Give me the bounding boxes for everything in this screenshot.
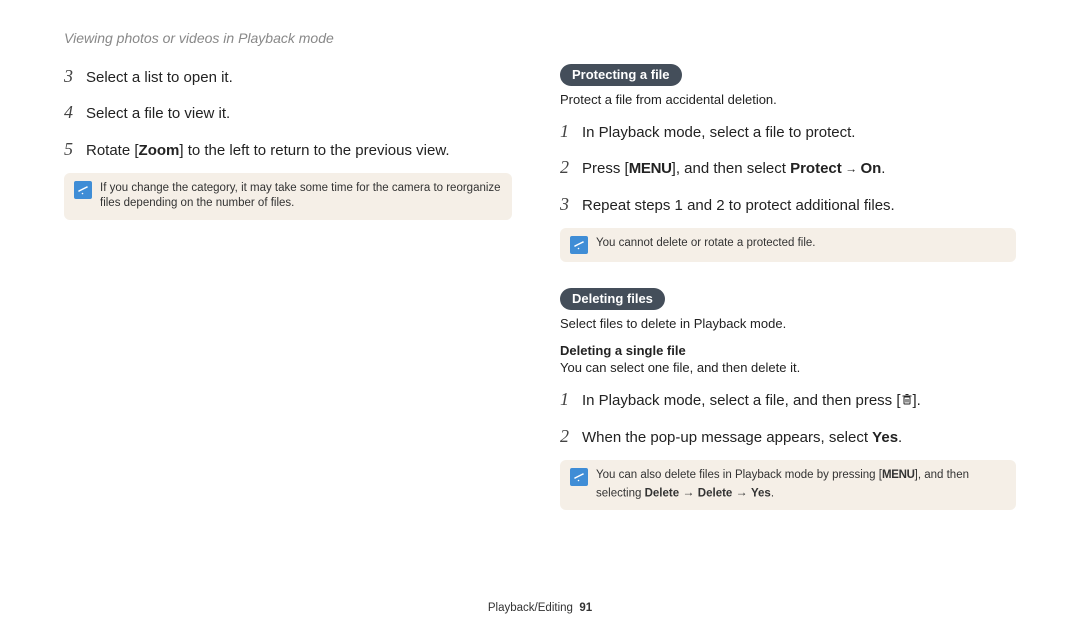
t: ], and then select — [672, 160, 790, 177]
step-text-bold: Zoom — [139, 142, 180, 159]
t-bold: Yes — [872, 429, 898, 446]
step-number: 2 — [560, 155, 582, 179]
t: You can also delete files in Playback mo… — [596, 469, 882, 481]
section-protect: Protecting a file Protect a file from ac… — [560, 64, 1016, 262]
footer-page-number: 91 — [579, 602, 592, 614]
note-protected: You cannot delete or rotate a protected … — [560, 228, 1016, 262]
note-delete-alt: You can also delete files in Playback mo… — [560, 460, 1016, 510]
delete-subdesc: You can select one file, and then delete… — [560, 360, 1016, 375]
step-number: 4 — [64, 100, 86, 124]
step-text: Press [MENU], and then select Protect → … — [582, 159, 885, 179]
protect-step-2: 2 Press [MENU], and then select Protect … — [560, 155, 1016, 179]
heading-pill-delete: Deleting files — [560, 288, 665, 310]
t: ]. — [913, 392, 921, 409]
step-text-prefix: Rotate [ — [86, 142, 139, 159]
info-icon — [570, 468, 588, 486]
content-columns: 3 Select a list to open it. 4 Select a f… — [64, 64, 1016, 524]
step-5: 5 Rotate [Zoom] to the left to return to… — [64, 137, 512, 161]
section-delete: Deleting files Select files to delete in… — [560, 288, 1016, 510]
arrow-icon: → — [679, 485, 698, 499]
step-4: 4 Select a file to view it. — [64, 100, 512, 124]
protect-subtext: Protect a file from accidental deletion. — [560, 92, 1016, 107]
t-bold: On — [860, 160, 881, 177]
tb: Delete — [698, 487, 733, 499]
step-number: 3 — [560, 192, 582, 216]
arrow-icon: → — [732, 485, 751, 499]
step-text: Select a file to view it. — [86, 104, 230, 124]
note-text: If you change the category, it may take … — [100, 181, 502, 212]
step-number: 1 — [560, 119, 582, 143]
step-text-suffix: ] to the left to return to the previous … — [179, 142, 449, 159]
right-column: Protecting a file Protect a file from ac… — [560, 64, 1016, 524]
heading-pill-protect: Protecting a file — [560, 64, 682, 86]
step-number: 2 — [560, 424, 582, 448]
page-title: Viewing photos or videos in Playback mod… — [64, 30, 1016, 46]
t: When the pop-up message appears, select — [582, 429, 872, 446]
t-bold: Protect — [790, 160, 842, 177]
info-icon — [74, 181, 92, 199]
t: . — [881, 160, 885, 177]
menu-label: MENU — [629, 160, 672, 177]
delete-subhead: Deleting a single file — [560, 343, 1016, 358]
arrow-icon: → — [842, 162, 861, 176]
page-footer: Playback/Editing 91 — [0, 602, 1080, 614]
t: . — [771, 487, 774, 499]
step-text: Select a list to open it. — [86, 68, 233, 88]
trash-icon — [901, 392, 913, 412]
delete-step-1: 1 In Playback mode, select a file, and t… — [560, 387, 1016, 412]
tb: Yes — [751, 487, 771, 499]
step-text: Rotate [Zoom] to the left to return to t… — [86, 141, 450, 161]
note-reorganize: If you change the category, it may take … — [64, 173, 512, 220]
info-icon — [570, 236, 588, 254]
step-text: When the pop-up message appears, select … — [582, 428, 902, 448]
step-number: 3 — [64, 64, 86, 88]
step-text: In Playback mode, select a file, and the… — [582, 391, 921, 412]
step-number: 5 — [64, 137, 86, 161]
note-text: You can also delete files in Playback mo… — [596, 468, 1006, 502]
tb: Delete — [645, 487, 680, 499]
delete-subtext: Select files to delete in Playback mode. — [560, 316, 1016, 331]
step-3: 3 Select a list to open it. — [64, 64, 512, 88]
t: Press [ — [582, 160, 629, 177]
step-text: In Playback mode, select a file to prote… — [582, 123, 855, 143]
delete-step-2: 2 When the pop-up message appears, selec… — [560, 424, 1016, 448]
t: In Playback mode, select a file, and the… — [582, 392, 901, 409]
menu-label: MENU — [882, 469, 915, 481]
note-text: You cannot delete or rotate a protected … — [596, 236, 816, 252]
left-column: 3 Select a list to open it. 4 Select a f… — [64, 64, 512, 524]
step-text: Repeat steps 1 and 2 to protect addition… — [582, 196, 895, 216]
protect-step-3: 3 Repeat steps 1 and 2 to protect additi… — [560, 192, 1016, 216]
t: . — [898, 429, 902, 446]
page: Viewing photos or videos in Playback mod… — [0, 0, 1080, 630]
footer-section: Playback/Editing — [488, 602, 573, 614]
step-number: 1 — [560, 387, 582, 411]
protect-step-1: 1 In Playback mode, select a file to pro… — [560, 119, 1016, 143]
